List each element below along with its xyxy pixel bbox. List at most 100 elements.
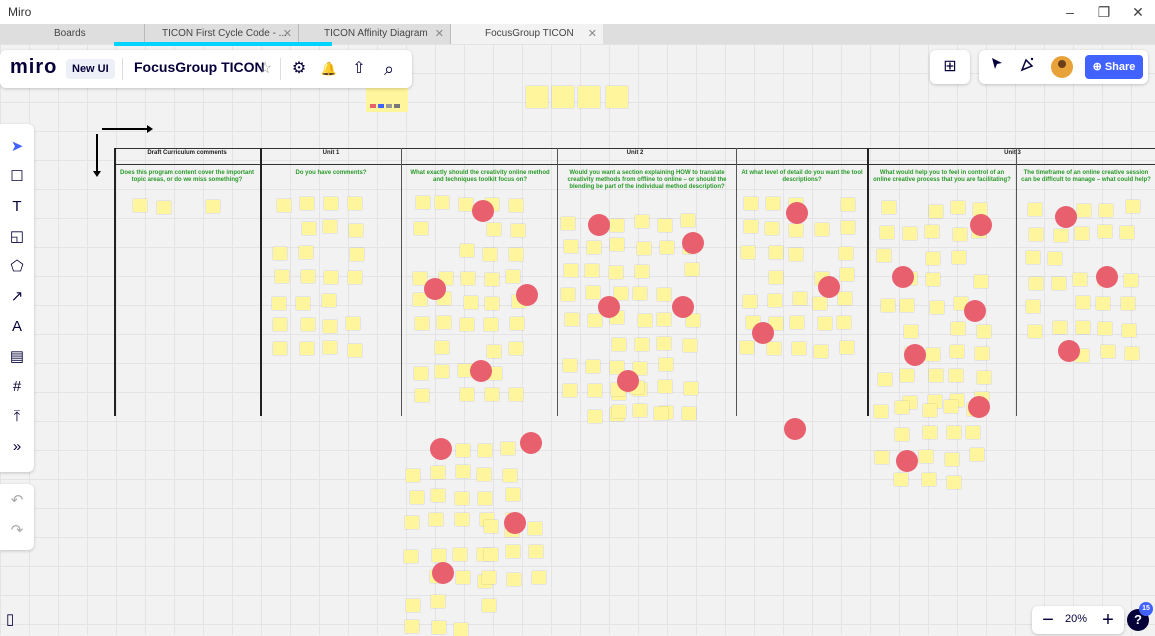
sticky-note[interactable] [765,222,779,235]
sticky-note[interactable] [587,241,601,254]
sticky-note[interactable] [432,621,446,634]
sticky-note[interactable] [977,371,991,384]
sticky-note[interactable] [840,341,854,354]
sticky-note[interactable] [585,264,599,277]
sticky-note[interactable] [564,264,578,277]
sticky-note[interactable] [839,247,853,260]
cluster-tag-dot[interactable] [892,266,914,288]
sticky-note[interactable] [944,400,958,413]
sticky-note[interactable] [453,548,467,561]
sticky-note[interactable] [925,225,939,238]
pen-icon[interactable]: A [6,316,28,338]
sticky-note[interactable] [838,292,852,305]
sticky-note[interactable] [929,205,943,218]
sticky-note[interactable] [564,240,578,253]
sticky-note[interactable] [875,451,889,464]
sticky-note[interactable] [157,201,171,214]
comment-icon[interactable]: ▤ [6,346,28,368]
sticky-note[interactable] [894,473,908,486]
sticky-note[interactable] [563,384,577,397]
cluster-tag-dot[interactable] [470,360,492,382]
sticky-note[interactable] [404,550,418,563]
sticky-note[interactable] [464,296,478,309]
sticky-note[interactable] [299,246,313,259]
tab-close-icon[interactable]: ✕ [588,24,597,44]
sticky-note[interactable] [977,325,991,338]
connector-icon[interactable]: ↗ [6,286,28,308]
sticky-note[interactable] [741,246,755,259]
sticky-note[interactable] [951,201,965,214]
sticky-note[interactable] [945,453,959,466]
sticky-note[interactable] [206,200,220,213]
sticky-note[interactable] [814,345,828,358]
sticky-note[interactable] [478,444,492,457]
sticky-note[interactable] [273,318,287,331]
sticky-note[interactable] [588,384,602,397]
sticky-note[interactable] [483,248,497,261]
sticky-note[interactable] [487,345,501,358]
sticky-note[interactable] [878,373,892,386]
sticky-note[interactable] [1053,321,1067,334]
sticky-note[interactable] [658,219,672,232]
sticky-note[interactable] [929,369,943,382]
sticky-note[interactable] [275,270,289,283]
sticky-note[interactable] [501,442,515,455]
sticky-note[interactable] [561,217,575,230]
sticky-note[interactable] [1077,204,1091,217]
sticky-note[interactable] [324,197,338,210]
sticky-note[interactable] [874,405,888,418]
sticky-note[interactable] [561,288,575,301]
sticky-note[interactable] [509,342,523,355]
cluster-tag-dot[interactable] [516,284,538,306]
sticky-note[interactable] [792,342,806,355]
sticky-note[interactable] [456,465,470,478]
sticky-note[interactable] [638,314,652,327]
sticky-note[interactable] [432,549,446,562]
sticky-note[interactable] [431,489,445,502]
sticky-note[interactable] [482,599,496,612]
sticky-note[interactable] [1028,325,1042,338]
sticky-note[interactable] [509,248,523,261]
sticky-note[interactable] [970,448,984,461]
sticky-note[interactable] [950,345,964,358]
bell-icon[interactable]: 🔔 [318,58,340,80]
sticky-note[interactable] [532,571,546,584]
sticky-note[interactable] [1076,296,1090,309]
shapes-icon[interactable]: ⬠ [6,256,28,278]
sticky-note[interactable] [882,201,896,214]
sticky-note[interactable] [588,314,602,327]
sticky-note[interactable] [635,265,649,278]
sticky-note[interactable] [1120,226,1134,239]
sticky-note[interactable] [487,223,501,236]
select-icon[interactable]: ➤ [6,136,28,158]
sticky-note[interactable] [841,221,855,234]
sticky-note[interactable] [510,317,524,330]
sticky-note[interactable] [455,513,469,526]
sticky-note[interactable] [1098,322,1112,335]
sticky-note[interactable] [301,318,315,331]
sticky-note[interactable] [947,426,961,439]
sticky-note[interactable] [922,473,936,486]
new-ui-button[interactable]: New UI [66,59,115,79]
sticky-note[interactable] [272,297,286,310]
sticky-note[interactable] [1026,300,1040,313]
sticky-note[interactable] [503,469,517,482]
help-button[interactable]: ? 15 [1127,602,1153,631]
star-icon[interactable]: ☆ [254,58,276,80]
sticky-note[interactable] [766,197,780,210]
sticky-note[interactable] [323,220,337,233]
sticky-note[interactable] [300,342,314,355]
sticky-note[interactable] [926,273,940,286]
sticky-note[interactable] [637,242,651,255]
sticky-note[interactable] [635,338,649,351]
sticky-note[interactable] [406,469,420,482]
celebrate-icon[interactable] [1017,56,1039,78]
sticky-note[interactable] [903,227,917,240]
sticky-note[interactable] [767,342,781,355]
cluster-tag-dot[interactable] [682,232,704,254]
sticky-note[interactable] [789,224,803,237]
sticky-note[interactable] [974,275,988,288]
sticky-note[interactable] [346,317,360,330]
sticky-note[interactable] [552,86,574,108]
sticky-note[interactable] [484,548,498,561]
